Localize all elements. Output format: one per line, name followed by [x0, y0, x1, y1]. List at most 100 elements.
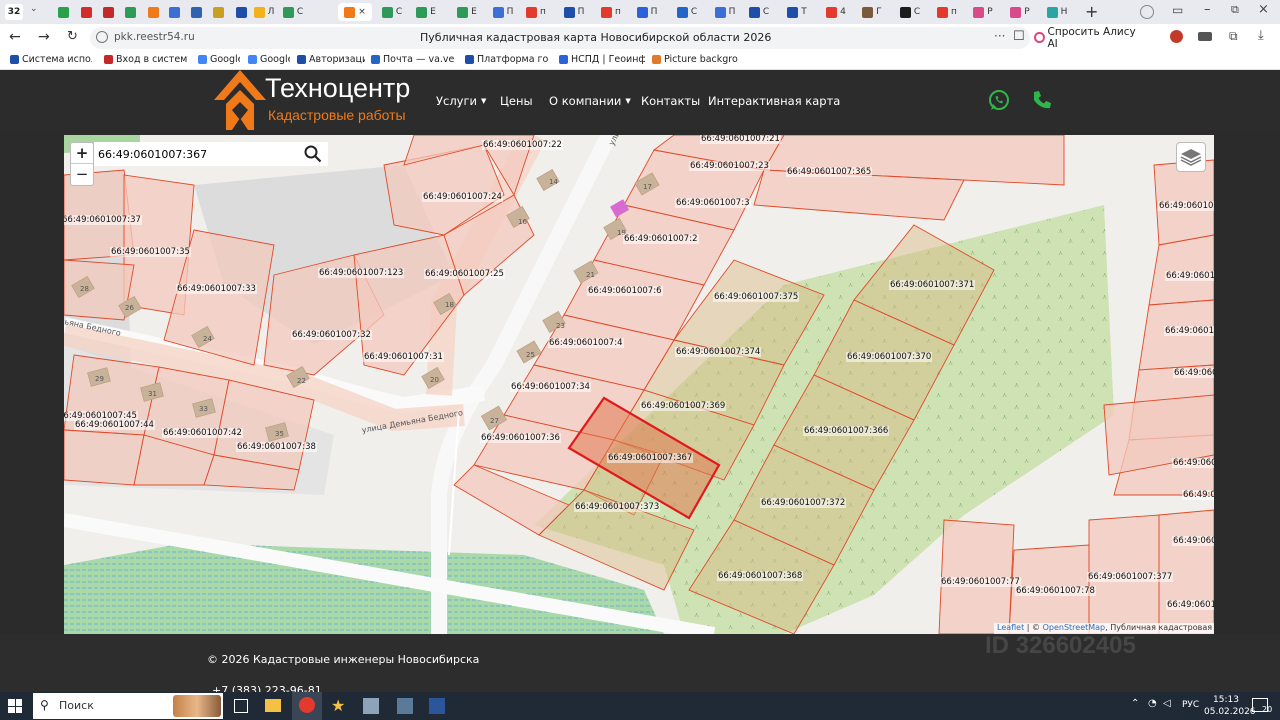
browser-tab[interactable]: П [636, 3, 658, 21]
browser-tab[interactable]: Л [253, 3, 275, 21]
parcel-label[interactable]: 66:49:0601007:38 [236, 442, 317, 452]
browser-tab[interactable]: Н [1046, 3, 1068, 21]
parcel-label[interactable]: 66:49:0601007:35 [110, 247, 191, 257]
browser-tab[interactable] [75, 3, 97, 21]
browser-tab[interactable] [142, 3, 164, 21]
bookmarks-panel-icon[interactable]: ▭ [1172, 3, 1183, 17]
extension-icon[interactable] [1170, 30, 1183, 43]
parcel-label[interactable]: 66:49:0601007:31 [363, 352, 444, 362]
download-icon[interactable]: ⤓ [1258, 28, 1264, 43]
reload-icon[interactable]: ↻ [67, 29, 78, 44]
start-windows-icon[interactable] [8, 699, 22, 713]
parcel-label[interactable]: 66:49:0601007:375 [713, 292, 800, 302]
browser-tab[interactable]: С [381, 3, 403, 21]
parcel-label[interactable]: 66:49:0601007:6 [587, 286, 663, 296]
browser-tab[interactable]: Е [415, 3, 437, 21]
tray-network-icon[interactable]: ◔ [1148, 698, 1157, 709]
parcel-label[interactable]: 66:49:0601007:37 [64, 215, 142, 225]
parcel-label[interactable]: 66:49:0601007:3 [675, 198, 751, 208]
new-tab-plus-icon[interactable]: + [1085, 2, 1098, 21]
osm-link[interactable]: OpenStreetMap [1043, 623, 1106, 632]
parcel-label[interactable]: 66:49:0601 [1166, 600, 1214, 610]
logo-title[interactable]: Техноцентр [265, 73, 410, 104]
parcel-label[interactable]: 66:49:060 [1172, 536, 1214, 546]
browser-tab[interactable]: П [714, 3, 736, 21]
word-icon[interactable] [429, 698, 445, 714]
more-dots-icon[interactable]: ··· [994, 29, 1005, 43]
phone-icon[interactable] [1031, 89, 1053, 111]
site-info-icon[interactable] [96, 31, 108, 43]
browser-tab[interactable]: С [676, 3, 698, 21]
yandex-browser-icon[interactable] [292, 692, 322, 720]
parcel-label[interactable]: 66:49:0601007:25 [424, 269, 505, 279]
browser-tab[interactable]: С [282, 3, 304, 21]
browser-tab[interactable]: П [563, 3, 585, 21]
file-explorer-icon[interactable] [265, 699, 281, 712]
zoom-out-button[interactable]: − [71, 164, 93, 184]
browser-tab[interactable] [52, 3, 74, 21]
nav-item[interactable]: Цены [500, 94, 533, 108]
browser-tab[interactable]: Е [456, 3, 478, 21]
parcel-label[interactable]: 66:49:0601007:77 [940, 577, 1021, 587]
parcel-label[interactable]: 66:49:0601007:377 [1087, 572, 1174, 582]
parcel-label[interactable]: 66:49:0601007:4 [548, 338, 624, 348]
tray-volume-icon[interactable]: ◁ [1163, 698, 1171, 709]
parcel-label[interactable]: 66:49:0601007:42 [162, 428, 243, 438]
browser-tab[interactable]: С [899, 3, 921, 21]
bookmark-icon[interactable]: ☐ [1013, 29, 1025, 44]
browser-tab[interactable]: 4 [825, 3, 847, 21]
zoom-in-button[interactable]: + [71, 143, 93, 164]
collections-icon[interactable]: ⧉ [1229, 29, 1238, 44]
browser-tab[interactable]: Т [786, 3, 808, 21]
browser-tab[interactable]: П [492, 3, 514, 21]
cadastral-map[interactable]: ⋏ ⋏ [64, 135, 1214, 634]
browser-tab[interactable] [97, 3, 119, 21]
parcel-label[interactable]: 66:49:0601007:22 [482, 140, 563, 150]
task-view-icon[interactable] [234, 699, 248, 713]
browser-tab[interactable] [230, 3, 252, 21]
profile-icon[interactable] [1140, 5, 1154, 19]
tray-chevron-icon[interactable]: ⌃ [1131, 698, 1139, 709]
browser-tab[interactable]: п [936, 3, 958, 21]
layers-button[interactable] [1176, 142, 1206, 172]
selected-parcel-label[interactable]: 66:49:0601007:367 [607, 453, 694, 463]
browser-tab[interactable] [163, 3, 185, 21]
tab-close-icon[interactable]: × [358, 7, 366, 17]
bookmark-item[interactable]: Система исполне [10, 54, 92, 65]
browser-tab[interactable]: Г [861, 3, 883, 21]
browser-tab[interactable] [207, 3, 229, 21]
tab-counter[interactable]: 32 [5, 4, 23, 20]
taskbar-search-box[interactable]: ⚲ Поиск [33, 693, 223, 719]
parcel-label[interactable]: 66:49:0601007:36 [480, 433, 561, 443]
parcel-label[interactable]: 66:49:0601007:373 [574, 502, 661, 512]
leaflet-link[interactable]: Leaflet [997, 623, 1024, 632]
window-restore-icon[interactable]: ⧉ [1231, 3, 1239, 17]
back-arrow-icon[interactable]: ← [9, 29, 21, 45]
nav-item[interactable]: Контакты [641, 94, 700, 108]
browser-tab[interactable]: п [600, 3, 622, 21]
browser-tab[interactable]: п [525, 3, 547, 21]
window-minimize-icon[interactable]: – [1204, 2, 1211, 17]
parcel-label[interactable]: 66:49:0601007:368 [717, 571, 804, 581]
bookmark-item[interactable]: Платформа госуд [465, 54, 549, 65]
parcel-label[interactable]: 66:49:0601007:371 [889, 280, 976, 290]
nav-item[interactable]: О компании ▼ [549, 94, 631, 108]
downloads-tray-icon[interactable] [1198, 32, 1212, 41]
alice-button[interactable]: Спросить Алису AI [1034, 26, 1142, 50]
search-icon[interactable] [304, 145, 322, 163]
pinned-app2-icon[interactable] [397, 698, 413, 714]
clock-time[interactable]: 15:13 [1213, 695, 1239, 705]
bookmark-item[interactable]: Вход в систему эл [104, 54, 188, 65]
parcel-label[interactable]: 66:49:0601007:366 [803, 426, 890, 436]
parcel-label[interactable]: 66:49:0601007:365 [786, 167, 873, 177]
nav-item[interactable]: Услуги ▼ [436, 94, 486, 108]
whatsapp-icon[interactable] [988, 89, 1010, 111]
bookmark-item[interactable]: Почта — va.verest [371, 54, 455, 65]
language-indicator[interactable]: РУС [1182, 700, 1199, 710]
forward-arrow-icon[interactable]: → [38, 29, 50, 45]
parcel-label[interactable]: 66:49:0601007:34 [510, 382, 591, 392]
parcel-label[interactable]: 66:49:0601007:44 [74, 420, 155, 430]
parcel-label[interactable]: 66:49:0601007:21 [700, 135, 781, 144]
tab-list-chevron-icon[interactable]: ⌄ [30, 4, 38, 14]
parcel-label[interactable]: 66:49:060 [1173, 368, 1214, 378]
